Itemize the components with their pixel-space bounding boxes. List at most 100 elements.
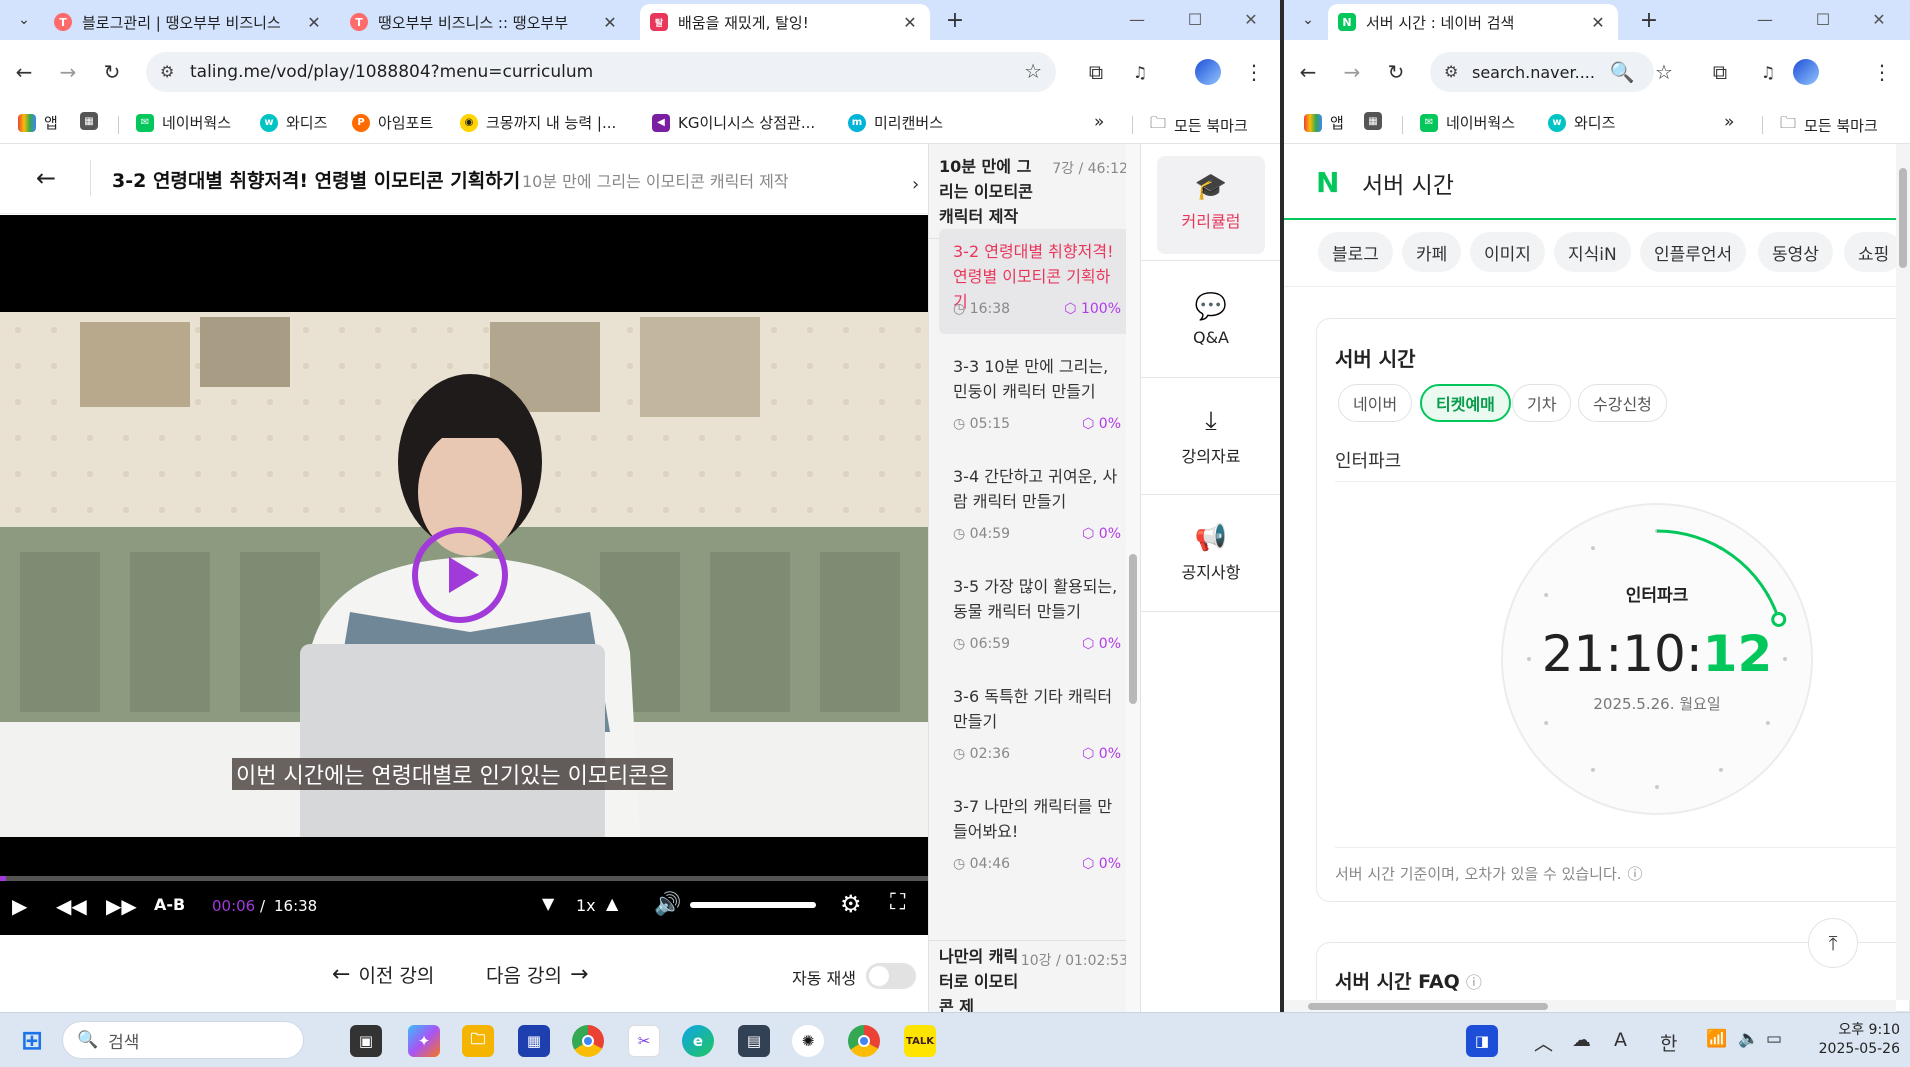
bookmark-wadiz[interactable]: w 와디즈 xyxy=(260,112,327,133)
tab-search-icon[interactable]: ⌄ xyxy=(1292,6,1324,34)
reload-icon[interactable]: ↻ xyxy=(1380,56,1412,88)
widget-icon[interactable]: ◨ xyxy=(1466,1025,1498,1057)
bookmark-kg-inicis[interactable]: ◀ KG이니시스 상점관... xyxy=(652,112,815,133)
more-bookmarks-icon[interactable]: » xyxy=(1094,112,1104,132)
info-icon[interactable]: ⓘ xyxy=(1466,973,1482,992)
taskbar-search-box[interactable]: 🔍 검색 xyxy=(62,1021,304,1059)
bookmark-iamport[interactable]: P 아임포트 xyxy=(352,112,433,133)
playback-speed[interactable]: 1x xyxy=(576,896,596,915)
bookmark-star-icon[interactable]: ☆ xyxy=(1648,56,1680,88)
tab-naver-search[interactable]: N 서버 시간 : 네이버 검색 ✕ xyxy=(1328,4,1618,40)
new-tab-plus-icon[interactable]: + xyxy=(1634,6,1664,34)
lesson-item[interactable]: 3-6 독특한 기타 캐릭터 만들기 ◷ 02:36 ⬡ 0% xyxy=(939,674,1131,779)
battery-icon[interactable]: ▭ xyxy=(1766,1029,1782,1049)
scroll-to-top-button[interactable]: ⤒ xyxy=(1808,918,1858,968)
lesson-item[interactable]: 3-7 나만의 캐릭터를 만들어봐요! ◷ 04:46 ⬡ 0% xyxy=(939,784,1131,889)
bookmark-naverworks[interactable]: ✉ 네이버웍스 xyxy=(1420,112,1515,133)
menu-curriculum[interactable]: 🎓 커리큘럼 xyxy=(1141,144,1280,261)
settings-gear-icon[interactable]: ⚙ xyxy=(840,890,862,918)
media-control-icon[interactable]: ♫ xyxy=(1752,56,1784,88)
extensions-puzzle-icon[interactable]: ⧉ xyxy=(1080,56,1112,88)
taskbar-clock[interactable]: 오후 9:10 2025-05-26 xyxy=(1800,1021,1900,1059)
chrome-icon[interactable] xyxy=(572,1025,604,1057)
extensions-puzzle-icon[interactable]: ⧉ xyxy=(1704,56,1736,88)
fullscreen-icon[interactable]: ⛶ xyxy=(890,890,905,915)
search-tab-cafe[interactable]: 카페 xyxy=(1402,232,1462,272)
font-indicator[interactable]: A xyxy=(1614,1029,1627,1051)
filter-train[interactable]: 기차 xyxy=(1512,384,1572,422)
bookmark-naverworks[interactable]: ✉ 네이버웍스 xyxy=(136,112,231,133)
site-info-icon[interactable]: ⚙ xyxy=(1444,62,1458,81)
tab-search-icon[interactable]: ⌄ xyxy=(8,6,40,34)
all-bookmarks[interactable]: 🗀 모든 북마크 xyxy=(1780,112,1878,139)
lesson-item[interactable]: 3-2 연령대별 취향저격! 연령별 이모티콘 기획하기 ◷ 16:38 ⬡ 100… xyxy=(939,229,1131,334)
close-icon[interactable]: ✕ xyxy=(1588,13,1608,32)
forward-arrow-icon[interactable]: → xyxy=(52,56,84,88)
section-title[interactable]: 10분 만에 그리는 이모티콘 캐릭터 제작 xyxy=(939,154,1039,229)
onedrive-icon[interactable]: ☁ xyxy=(1572,1029,1591,1051)
scrollbar-thumb[interactable] xyxy=(1129,554,1137,704)
close-icon[interactable]: ✕ xyxy=(600,13,620,32)
seek-bar[interactable] xyxy=(0,876,928,881)
zoom-icon[interactable]: 🔍 xyxy=(1606,56,1638,88)
scrollbar[interactable] xyxy=(1126,144,1140,1012)
calculator-icon[interactable]: ▤ xyxy=(738,1025,770,1057)
scrollbar-thumb[interactable] xyxy=(1308,1003,1548,1010)
kebab-menu-icon[interactable]: ⋮ xyxy=(1238,56,1270,88)
video-player[interactable]: 이번 시간에는 연령대별로 인기있는 이모티콘은 xyxy=(0,215,928,935)
autoplay-toggle[interactable] xyxy=(866,963,916,989)
search-tab-blog[interactable]: 블로그 xyxy=(1318,232,1393,272)
reload-icon[interactable]: ↻ xyxy=(96,56,128,88)
filter-course-registration[interactable]: 수강신청 xyxy=(1578,384,1667,422)
chatgpt-icon[interactable]: ✺ xyxy=(792,1025,824,1057)
tab-taling[interactable]: 탈 배움을 재밌게, 탈잉! ✕ xyxy=(640,4,930,40)
profile-avatar[interactable] xyxy=(1790,56,1822,88)
minimize-icon[interactable]: — xyxy=(1108,0,1166,38)
prev-lecture-button[interactable]: ← 이전 강의 xyxy=(332,961,434,988)
snipping-tool-icon[interactable]: ✂ xyxy=(628,1025,660,1057)
back-arrow-icon[interactable]: ← xyxy=(36,164,56,192)
bookmark-wadiz[interactable]: w 와디즈 xyxy=(1548,112,1615,133)
ime-indicator[interactable]: 한 xyxy=(1660,1029,1677,1056)
kebab-menu-icon[interactable]: ⋮ xyxy=(1866,56,1898,88)
search-tab-kin[interactable]: 지식iN xyxy=(1554,232,1631,272)
bookmark-apps[interactable]: 앱 xyxy=(1304,112,1344,133)
kakaotalk-icon[interactable]: TALK xyxy=(904,1025,936,1057)
volume-icon[interactable]: 🔊 xyxy=(654,892,681,917)
bookmark-grid[interactable]: ▦ xyxy=(80,112,106,130)
more-bookmarks-icon[interactable]: » xyxy=(1724,112,1734,132)
next-lecture-button[interactable]: 다음 강의 → xyxy=(486,961,588,988)
forward-arrow-icon[interactable]: → xyxy=(1336,56,1368,88)
back-arrow-icon[interactable]: ← xyxy=(8,56,40,88)
new-tab-plus-icon[interactable]: + xyxy=(940,6,970,34)
microsoft-store-icon[interactable]: ▦ xyxy=(518,1025,550,1057)
task-view-icon[interactable]: ▣ xyxy=(350,1025,382,1057)
tray-chevron-icon[interactable]: ︿ xyxy=(1534,1029,1553,1056)
window-close-icon[interactable]: ✕ xyxy=(1222,0,1280,38)
naver-logo[interactable]: N xyxy=(1316,166,1339,199)
search-tab-influencer[interactable]: 인플루언서 xyxy=(1640,232,1747,272)
window-close-icon[interactable]: ✕ xyxy=(1850,0,1908,38)
bookmark-kmong[interactable]: ◉ 크몽까지 내 능력 |... xyxy=(460,112,616,133)
scrollbar-thumb[interactable] xyxy=(1899,168,1907,268)
filter-naver[interactable]: 네이버 xyxy=(1338,384,1413,422)
speed-up-icon[interactable]: ▲ xyxy=(606,894,618,913)
info-icon[interactable]: ⓘ xyxy=(1628,865,1643,883)
filter-ticketing[interactable]: 티켓예매 xyxy=(1420,384,1511,422)
speaker-icon[interactable]: 🔈 xyxy=(1738,1029,1759,1049)
file-explorer-icon[interactable]: 🗀 xyxy=(462,1025,494,1057)
back-arrow-icon[interactable]: ← xyxy=(1292,56,1324,88)
menu-qna[interactable]: 💬 Q&A xyxy=(1141,261,1280,378)
play-overlay-button[interactable] xyxy=(412,527,508,623)
bookmark-miricanvas[interactable]: m 미리캔버스 xyxy=(848,112,943,133)
search-tab-shopping[interactable]: 쇼핑 xyxy=(1844,232,1904,272)
menu-materials[interactable]: ⤓ 강의자료 xyxy=(1141,378,1280,495)
windows-start-icon[interactable]: ⊞ xyxy=(16,1025,48,1057)
tab-blog-admin[interactable]: T 블로그관리 | 땡오부부 비즈니스 ✕ xyxy=(44,4,334,40)
site-info-icon[interactable]: ⚙ xyxy=(160,62,174,81)
volume-slider[interactable] xyxy=(690,902,816,908)
lesson-item[interactable]: 3-3 10분 만에 그리는, 민둥이 캐릭터 만들기 ◷ 05:15 ⬡ 0% xyxy=(939,344,1131,449)
bookmark-star-icon[interactable]: ☆ xyxy=(1024,59,1042,83)
rewind-icon[interactable]: ◀◀ xyxy=(56,894,87,918)
bookmark-apps[interactable]: 앱 xyxy=(18,112,58,133)
